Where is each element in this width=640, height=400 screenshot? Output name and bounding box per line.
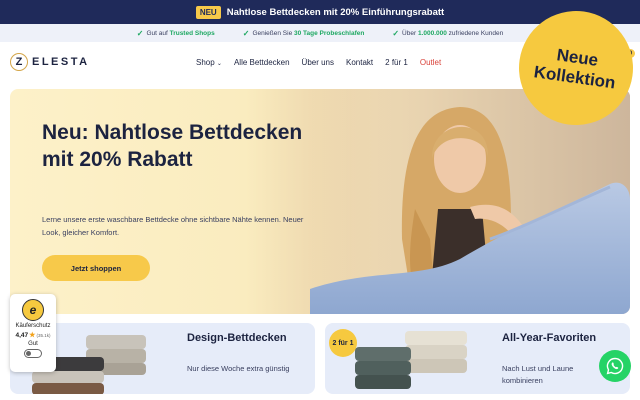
logo-mark: Z	[10, 53, 28, 71]
usp-customers: ✓ Über 1.000.000 zufriedene Kunden	[392, 29, 503, 38]
nav-about[interactable]: Über uns	[302, 58, 334, 67]
trusted-shops-widget[interactable]: e Käuferschutz 4,47 ★ (35.1k) Gut	[10, 294, 56, 372]
usp-trial: ✓ Genießen Sie 30 Tage Probeschlafen	[243, 29, 365, 38]
usp-text: Gut auf Trusted Shops	[146, 29, 215, 37]
check-icon: ✓	[136, 28, 144, 38]
trusted-shops-seal-icon: e	[22, 299, 44, 321]
badge-line-2: Kollektion	[532, 62, 617, 93]
shop-now-button[interactable]: Jetzt shoppen	[42, 255, 150, 281]
trust-rating-text: Gut	[28, 341, 38, 347]
hero-title: Neu: Nahtlose Bettdecken mit 20% Rabatt	[42, 121, 303, 171]
nav-all-duvets[interactable]: Alle Bettdecken	[234, 58, 290, 67]
duvet-stack-image	[355, 331, 467, 389]
logo[interactable]: Z ELESTA	[10, 53, 90, 71]
whatsapp-icon	[606, 357, 624, 375]
card-subtitle: Nur diese Woche extra günstig	[187, 364, 290, 373]
check-icon: ✓	[392, 28, 400, 38]
check-icon: ✓	[242, 28, 250, 38]
nav-outlet[interactable]: Outlet	[420, 58, 441, 67]
nav-2-for-1[interactable]: 2 für 1	[385, 58, 408, 67]
announcement-text: Nahtlose Bettdecken mit 20% Einführungsr…	[226, 6, 445, 18]
usp-text: Genießen Sie 30 Tage Probeschlafen	[252, 29, 365, 37]
buyer-protection-label: Käuferschutz	[15, 323, 51, 329]
card-title: Design-Bettdecken	[187, 332, 287, 344]
trust-score: 4,47 ★ (35.1k)	[15, 331, 51, 340]
star-icon: ★	[29, 332, 36, 339]
whatsapp-chat-button[interactable]	[599, 350, 631, 382]
hero-banner: Neu: Nahtlose Bettdecken mit 20% Rabatt …	[10, 89, 630, 314]
main-nav: Shop ⌄ Alle Bettdecken Über uns Kontakt …	[196, 58, 441, 67]
usp-text: Über 1.000.000 zufriedene Kunden	[402, 29, 504, 37]
collapse-toggle-icon[interactable]	[24, 349, 42, 358]
chevron-down-icon: ⌄	[216, 60, 222, 67]
card-title: All-Year-Favoriten	[502, 332, 597, 344]
hero-text: Lerne unsere erste waschbare Bettdecke o…	[42, 215, 304, 237]
nav-shop[interactable]: Shop ⌄	[196, 58, 222, 67]
logo-text: ELESTA	[32, 56, 90, 68]
card-subtitle: Nach Lust und Laune kombinieren	[502, 364, 574, 385]
nav-contact[interactable]: Kontakt	[346, 58, 373, 67]
new-badge: NEU	[195, 5, 221, 19]
usp-trusted-shops: ✓ Gut auf Trusted Shops	[137, 29, 215, 38]
category-card-all-year[interactable]: 2 für 1 All-Year-Favoriten Nach Lust und…	[325, 323, 630, 394]
